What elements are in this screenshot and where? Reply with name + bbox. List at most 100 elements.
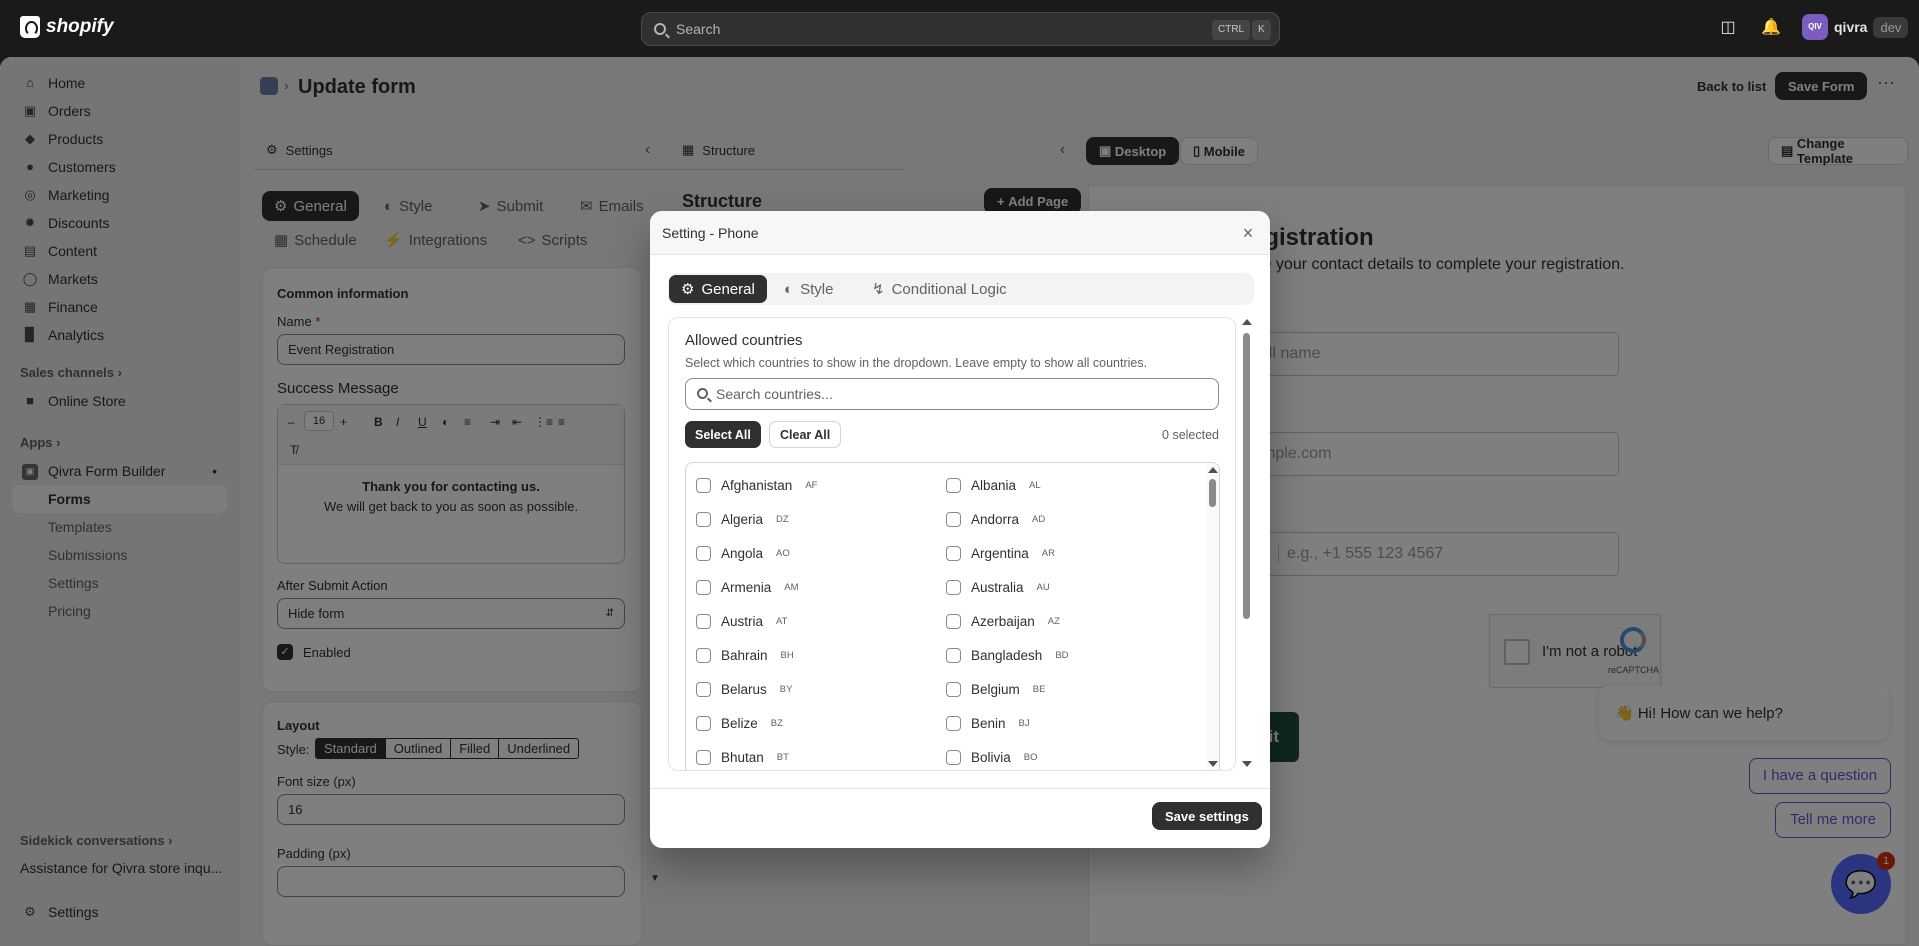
country-name: Azerbaijan [971, 613, 1035, 629]
country-checkbox[interactable] [946, 477, 961, 493]
modal-tab-conditional-logic[interactable]: ↯ Conditional Logic [860, 275, 1019, 303]
scroll-up-icon[interactable] [1208, 467, 1218, 473]
country-option[interactable]: Azerbaijan AZ [946, 610, 1060, 632]
country-code: AM [784, 581, 799, 593]
country-option[interactable]: Benin BJ [946, 712, 1030, 734]
country-code: AR [1041, 547, 1055, 559]
modal-tab-label: General [701, 280, 755, 298]
country-option[interactable]: Afghanistan AF [696, 474, 817, 496]
dev-badge: dev [1873, 16, 1909, 38]
sidekick-icon[interactable]: ◫ [1718, 18, 1738, 38]
country-option[interactable]: Bolivia BO [946, 746, 1038, 768]
save-settings-button[interactable]: Save settings [1152, 802, 1262, 830]
global-search-input[interactable]: Search CTRL K [641, 12, 1280, 46]
country-checkbox[interactable] [946, 545, 961, 561]
country-name: Argentina [971, 545, 1029, 561]
country-name: Afghanistan [721, 477, 793, 493]
country-name: Bahrain [721, 647, 768, 663]
country-option[interactable]: Argentina AR [946, 542, 1055, 564]
phone-settings-modal: Setting - Phone × ⚙ General ◐ Style ↯ Condi… [650, 211, 1270, 848]
country-option[interactable]: Albania AL [946, 474, 1041, 496]
country-option[interactable]: Austria AT [696, 610, 787, 632]
top-bar: shopify Search CTRL K ◫ 🔔 QIV qivra dev [0, 0, 1919, 57]
modal-tab-general[interactable]: ⚙ General [669, 275, 767, 303]
country-option[interactable]: Bhutan BT [696, 746, 789, 768]
modal-tab-label: Style [800, 280, 834, 298]
country-name: Bolivia [971, 749, 1011, 765]
country-name: Australia [971, 579, 1024, 595]
logic-icon: ↯ [872, 281, 885, 298]
modal-title: Setting - Phone [662, 224, 759, 241]
search-placeholder: Search [676, 21, 721, 37]
country-name: Bhutan [721, 749, 764, 765]
country-option[interactable]: Bahrain BH [696, 644, 794, 666]
country-search-input[interactable]: Search countries... [685, 378, 1219, 410]
country-option[interactable]: Australia AU [946, 576, 1050, 598]
country-code: AD [1032, 513, 1046, 525]
shopify-bag-icon [20, 16, 40, 38]
allowed-countries-card: Allowed countries Select which countries… [668, 317, 1236, 771]
avatar: QIV [1802, 14, 1828, 40]
country-checkbox[interactable] [946, 511, 961, 527]
country-code: DZ [776, 513, 789, 525]
country-name: Angola [721, 545, 764, 561]
bell-icon[interactable]: 🔔 [1761, 18, 1781, 38]
country-checkbox[interactable] [696, 647, 711, 663]
country-code: BE [1032, 683, 1046, 695]
gear-icon: ⚙ [681, 281, 695, 298]
country-checkbox[interactable] [946, 681, 961, 697]
country-code: AO [776, 547, 790, 559]
country-name: Andorra [971, 511, 1020, 527]
country-code: AU [1036, 581, 1050, 593]
user-menu[interactable]: QIV qivra dev [1802, 14, 1909, 40]
country-name: Bangladesh [971, 647, 1043, 663]
country-option[interactable]: Angola AO [696, 542, 790, 564]
close-icon[interactable]: × [1238, 223, 1258, 243]
shopify-logo[interactable]: shopify [20, 16, 114, 38]
scroll-down-icon[interactable] [1242, 761, 1252, 767]
brand-name: shopify [46, 16, 114, 37]
country-checkbox[interactable] [696, 613, 711, 629]
country-checkbox[interactable] [946, 715, 961, 731]
country-checkbox[interactable] [946, 749, 961, 765]
country-checkbox[interactable] [946, 579, 961, 595]
modal-tab-style[interactable]: ◐ Style [772, 275, 845, 303]
country-option[interactable]: Algeria DZ [696, 508, 789, 530]
country-checkbox[interactable] [946, 647, 961, 663]
country-name: Benin [971, 715, 1006, 731]
country-checkbox[interactable] [946, 613, 961, 629]
clear-all-button[interactable]: Clear All [769, 421, 842, 448]
country-option[interactable]: Bangladesh BD [946, 644, 1069, 666]
kbd-ctrl: CTRL [1212, 20, 1251, 40]
country-checkbox[interactable] [696, 477, 711, 493]
country-checkbox[interactable] [696, 545, 711, 561]
country-list-scrollbar[interactable] [1206, 463, 1219, 770]
select-all-button[interactable]: Select All [685, 421, 761, 448]
country-name: Belgium [971, 681, 1020, 697]
scroll-down-icon[interactable] [1208, 761, 1218, 767]
modal-footer: Save settings [650, 788, 1270, 848]
country-checkbox[interactable] [696, 511, 711, 527]
selected-count: 0 selected [1162, 428, 1219, 442]
search-icon [654, 23, 666, 35]
country-option[interactable]: Belgium BE [946, 678, 1045, 700]
country-code: AZ [1047, 615, 1060, 627]
country-checkbox[interactable] [696, 579, 711, 595]
scrollbar-thumb[interactable] [1209, 479, 1216, 507]
country-checkbox[interactable] [696, 681, 711, 697]
country-option[interactable]: Armenia AM [696, 576, 799, 598]
country-code: BT [776, 751, 789, 763]
country-name: Armenia [721, 579, 772, 595]
country-name: Belize [721, 715, 758, 731]
country-option[interactable]: Belarus BY [696, 678, 792, 700]
country-option[interactable]: Andorra AD [946, 508, 1045, 530]
country-checkbox[interactable] [696, 715, 711, 731]
country-code: AL [1029, 479, 1041, 491]
country-code: BD [1055, 649, 1069, 661]
scroll-up-icon[interactable] [1242, 319, 1252, 325]
country-option[interactable]: Belize BZ [696, 712, 783, 734]
scrollbar-thumb[interactable] [1243, 333, 1250, 619]
modal-scrollbar[interactable] [1240, 315, 1253, 773]
scroll-down-icon[interactable]: ▼ [650, 873, 660, 884]
country-checkbox[interactable] [696, 749, 711, 765]
